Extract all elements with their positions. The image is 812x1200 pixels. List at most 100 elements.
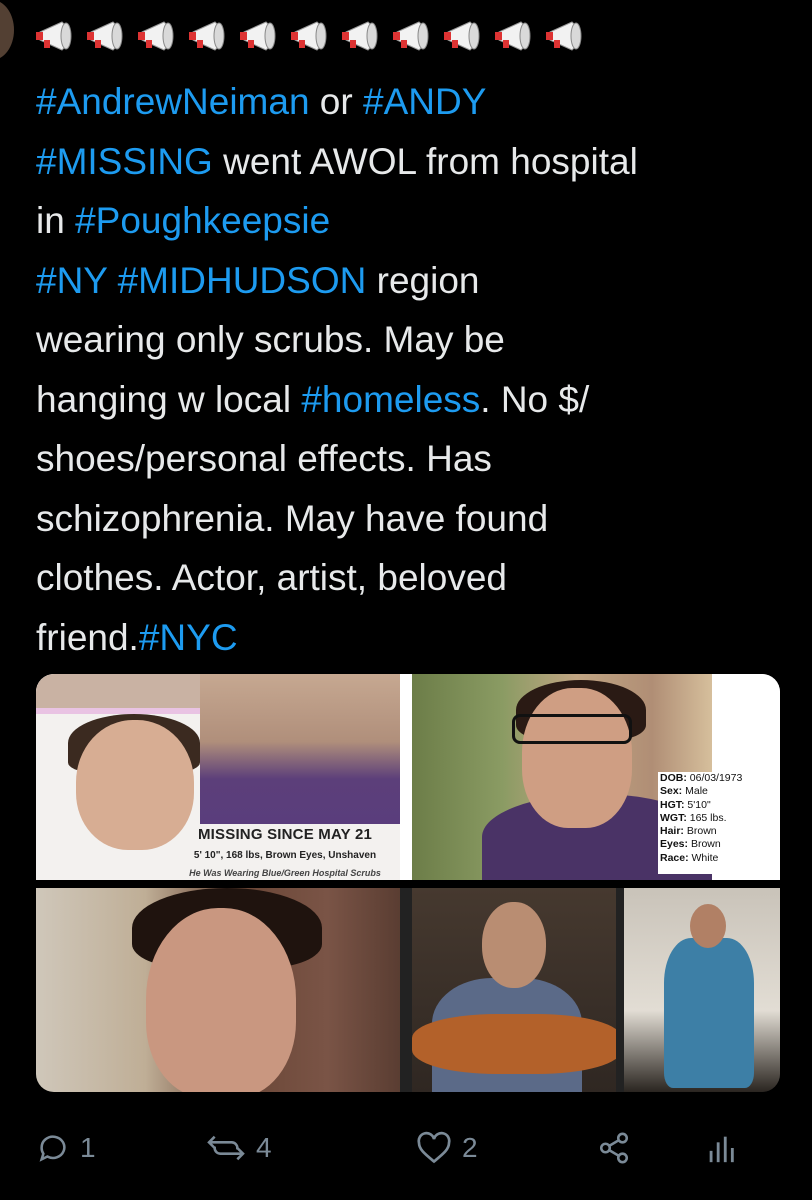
emoji-row (32, 16, 602, 56)
megaphone-emoji (236, 18, 284, 54)
megaphone-emoji (338, 18, 386, 54)
tweet-line: shoes/personal effects. Has (36, 429, 796, 489)
info-value: Male (682, 785, 708, 798)
action-bar: 1 4 2 (36, 1124, 756, 1172)
tweet-text-segment: shoes/personal effects. Has (36, 438, 492, 479)
info-label: HGT: (660, 798, 685, 811)
hashtag-link[interactable]: #AndrewNeiman (36, 81, 310, 122)
hashtag-link[interactable]: #Poughkeepsie (75, 200, 330, 241)
tweet-text-segment (107, 260, 117, 301)
info-row: DOB: 06/03/1973 (660, 772, 776, 785)
hashtag-link[interactable]: #MISSING (36, 141, 213, 182)
info-row: HGT: 5'10" (660, 799, 776, 812)
hashtag-link[interactable]: #NY (36, 260, 107, 301)
info-label: Sex: (660, 785, 683, 798)
tweet-line: wearing only scrubs. May be (36, 310, 796, 370)
poster-headline: MISSING SINCE MAY 21 (197, 826, 373, 843)
info-value: White (688, 851, 719, 864)
tweet-line: schizophrenia. May have found (36, 489, 796, 549)
description-box: DOB: 06/03/1973 Sex: Male HGT: 5'10" WGT: 1… (658, 772, 776, 874)
tweet-text-segment: went AWOL from hospital (212, 140, 638, 182)
tweet-line: clothes. Actor, artist, beloved (36, 548, 796, 608)
tweet-line: hanging w local #homeless. No $/ (36, 370, 796, 430)
author-avatar[interactable] (0, 0, 14, 60)
info-value: Brown (688, 838, 721, 851)
tweet-text-segment: schizophrenia. May have found (36, 497, 549, 539)
megaphone-emoji (491, 18, 539, 54)
poster-details-2: He Was Wearing Blue/Green Hospital Scrub… (189, 868, 381, 878)
retweet-count: 4 (256, 1132, 272, 1163)
tweet-text-segment: wearing only scrubs. May be (36, 319, 505, 360)
analytics-button[interactable] (706, 1124, 736, 1172)
reply-count: 1 (80, 1132, 96, 1163)
megaphone-emoji (83, 18, 131, 54)
info-label: Race: (660, 851, 689, 864)
poster-divider (36, 708, 200, 714)
guitar-photo-face (482, 902, 546, 988)
tweet-text-segment: . No $/ (480, 378, 590, 420)
tweet-line: in #Poughkeepsie (36, 191, 796, 251)
info-photo-face (522, 688, 632, 828)
poster-photo-strip (36, 674, 200, 708)
heart-icon (417, 1131, 451, 1164)
info-label: WGT: (660, 811, 687, 824)
megaphone-emoji (542, 18, 590, 54)
tweet-line: #AndrewNeiman or #ANDY (36, 72, 796, 132)
tweet-text-segment: region (366, 259, 480, 301)
guitar-photo[interactable] (412, 888, 616, 1092)
hashtag-link[interactable]: #ANDY (363, 81, 486, 122)
hashtag-link[interactable]: #homeless (301, 379, 480, 420)
tweet-text: #AndrewNeiman or #ANDY #MISSING went AWOL… (36, 72, 796, 667)
info-value: Brown (683, 825, 717, 838)
info-row: WGT: 165 lbs. (660, 812, 776, 825)
poster-details: 5' 10", 168 lbs, Brown Eyes, Unshaven (193, 850, 377, 861)
info-row: Hair: Brown (660, 825, 776, 838)
poster-photo-profile (200, 674, 400, 824)
costume-head (690, 904, 726, 948)
like-count: 2 (462, 1132, 478, 1163)
info-row: Sex: Male (660, 785, 776, 798)
closeup-photo[interactable] (36, 888, 400, 1092)
info-value: 06/03/1973 (686, 772, 743, 784)
megaphone-emoji (440, 18, 488, 54)
reply-icon (39, 1135, 66, 1162)
info-label: Hair: (660, 825, 684, 838)
closeup-face (146, 908, 296, 1092)
megaphone-emoji (134, 18, 182, 54)
share-icon (599, 1132, 629, 1164)
info-label: DOB: (660, 772, 687, 784)
glasses (512, 714, 632, 744)
megaphone-emoji (287, 18, 335, 54)
costume-coat (664, 938, 754, 1088)
retweet-icon (207, 1135, 245, 1161)
info-value: 165 lbs. (686, 811, 727, 824)
hashtag-link[interactable]: #NYC (139, 617, 238, 658)
like-button[interactable]: 2 (416, 1124, 478, 1172)
tweet-text-segment: in (36, 200, 76, 241)
share-button[interactable] (596, 1124, 632, 1172)
info-row: Eyes: Brown (660, 838, 776, 851)
tweet-line: #NY #MIDHUDSON region (36, 251, 796, 311)
info-label: Eyes: (660, 838, 689, 851)
analytics-icon (709, 1136, 734, 1163)
retweet-button[interactable]: 4 (206, 1124, 272, 1172)
tweet-text-segment: hanging w local (36, 378, 302, 420)
costume-photo[interactable] (624, 888, 780, 1092)
megaphone-emoji (389, 18, 437, 54)
missing-poster-image[interactable]: MISSING SINCE MAY 21 5' 10", 168 lbs, Br… (36, 674, 400, 880)
info-row: Race: White (660, 852, 776, 865)
reply-button[interactable]: 1 (36, 1124, 96, 1172)
megaphone-emoji (32, 18, 80, 54)
tweet-text-segment: clothes. Actor, artist, beloved (36, 557, 507, 598)
tweet-line: friend.#NYC (36, 608, 796, 668)
tweet-line: #MISSING went AWOL from hospital (36, 132, 796, 192)
tweet-text-segment: friend. (36, 616, 139, 658)
hashtag-link[interactable]: #MIDHUDSON (118, 260, 367, 301)
info-value: 5'10" (684, 798, 711, 811)
guitar (412, 1014, 616, 1074)
media-grid-bottom (36, 888, 780, 1092)
profile-info-image[interactable]: DOB: 06/03/1973 Sex: Male HGT: 5'10" WGT: 1… (412, 674, 780, 880)
media-grid-top: MISSING SINCE MAY 21 5' 10", 168 lbs, Br… (36, 674, 780, 880)
tweet-text-segment: or (309, 81, 363, 122)
megaphone-emoji (185, 18, 233, 54)
